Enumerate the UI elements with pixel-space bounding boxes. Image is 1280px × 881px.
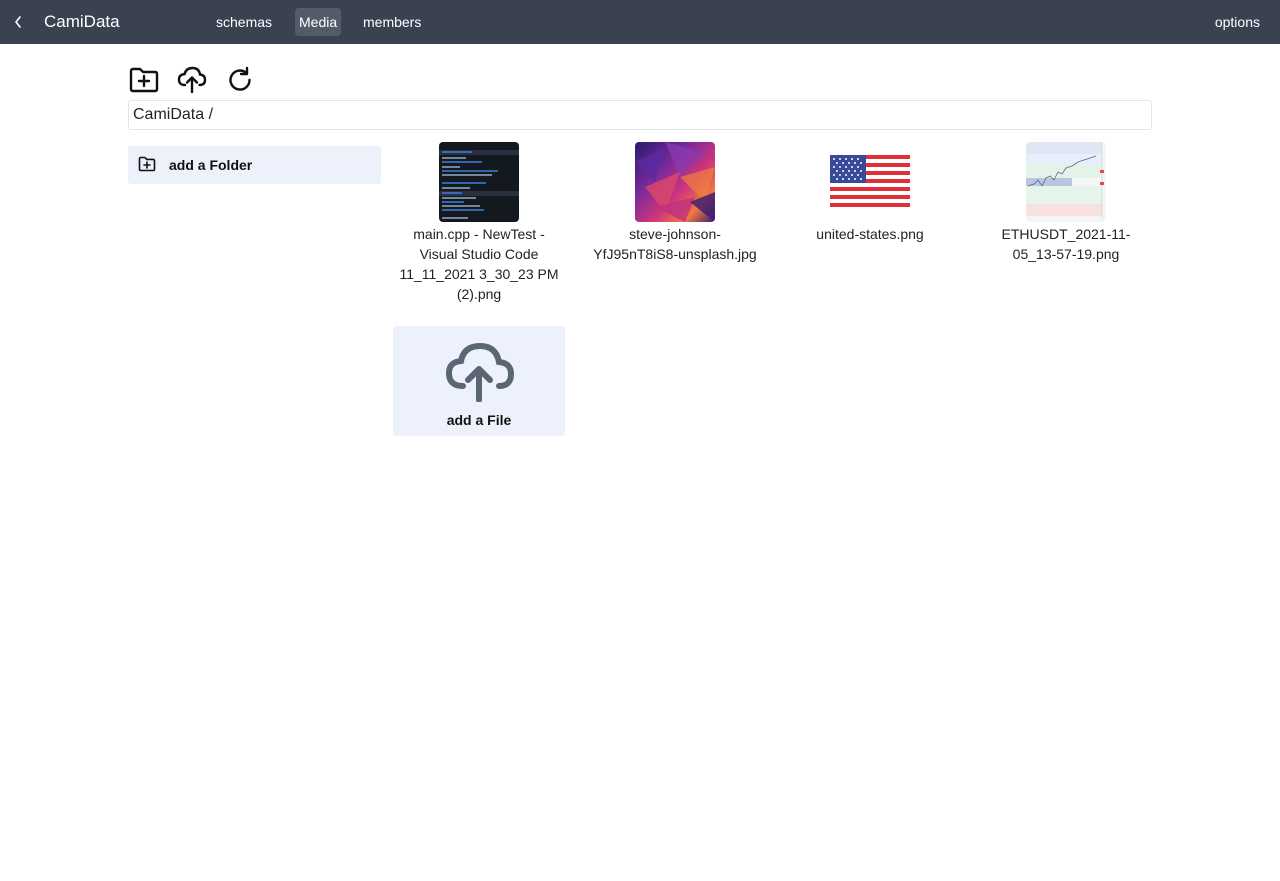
file-item[interactable]: ETHUSDT_2021-11-05_13-57-19.png: [980, 142, 1152, 264]
breadcrumb[interactable]: CamiData /: [128, 100, 1152, 130]
top-bar: CamiData schemas Media members options: [0, 0, 1280, 44]
file-item[interactable]: united-states.png: [784, 142, 956, 244]
file-thumbnail: [439, 142, 519, 222]
add-folder-button[interactable]: add a Folder: [128, 146, 381, 184]
file-thumbnail: [635, 142, 715, 222]
file-name: steve-johnson-YfJ95nT8iS8-unsplash.jpg: [593, 226, 757, 262]
file-item[interactable]: steve-johnson-YfJ95nT8iS8-unsplash.jpg: [589, 142, 761, 264]
add-folder-label: add a Folder: [169, 157, 253, 173]
folder-plus-icon: [129, 67, 159, 93]
app-title: CamiData: [44, 12, 120, 31]
add-file-label: add a File: [446, 412, 512, 428]
back-button[interactable]: [9, 11, 27, 33]
options-button[interactable]: options: [1215, 8, 1260, 36]
upload-button[interactable]: [176, 64, 208, 96]
file-name: united-states.png: [816, 226, 924, 242]
file-name: main.cpp - NewTest - Visual Studio Code …: [399, 226, 559, 302]
tab-members[interactable]: members: [359, 8, 425, 36]
tab-media[interactable]: Media: [295, 8, 342, 36]
file-item[interactable]: main.cpp - NewTest - Visual Studio Code …: [393, 142, 565, 304]
file-thumbnail: [830, 142, 910, 222]
file-name: ETHUSDT_2021-11-05_13-57-19.png: [1001, 226, 1131, 262]
cloud-upload-icon: [177, 66, 207, 94]
chevron-left-icon: [15, 16, 21, 28]
folder-plus-icon: [138, 156, 156, 174]
refresh-icon: [229, 66, 251, 91]
new-folder-button[interactable]: [128, 64, 160, 96]
tab-schemas[interactable]: schemas: [212, 8, 276, 36]
refresh-button[interactable]: [224, 64, 256, 96]
cloud-upload-icon: [445, 342, 515, 402]
file-thumbnail: [1026, 142, 1106, 222]
add-file-button[interactable]: add a File: [393, 326, 565, 436]
